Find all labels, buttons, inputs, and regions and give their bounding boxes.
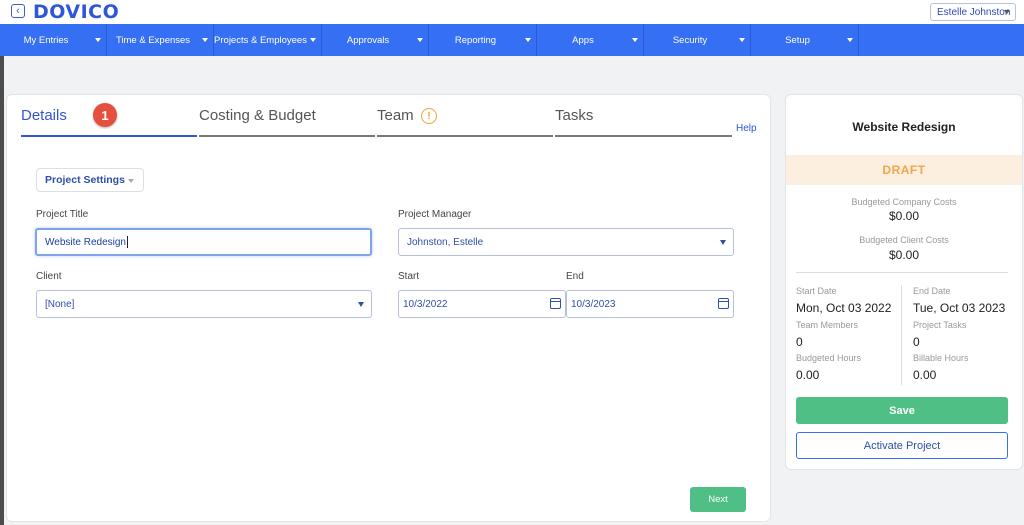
text-cursor bbox=[126, 236, 128, 248]
nav-reporting[interactable]: Reporting bbox=[429, 24, 537, 56]
chevron-down-icon bbox=[739, 38, 745, 42]
start-date-input[interactable]: 10/3/2022 bbox=[398, 290, 566, 318]
chevron-down-icon bbox=[310, 38, 316, 42]
nav-time-expenses[interactable]: Time & Expenses bbox=[107, 24, 214, 56]
tab-label: Tasks bbox=[555, 107, 594, 124]
input-value: Website Redesign bbox=[45, 236, 126, 248]
calendar-icon[interactable] bbox=[718, 298, 729, 309]
input-value: 10/3/2022 bbox=[403, 298, 448, 310]
user-name: Estelle Johnston bbox=[937, 6, 1011, 18]
nav-label: Reporting bbox=[454, 34, 497, 46]
budgeted-client-costs-value: $0.00 bbox=[888, 248, 920, 262]
nav-setup[interactable]: Setup bbox=[751, 24, 859, 56]
main-nav: My Entries Time & Expenses Projects & Em… bbox=[0, 24, 1024, 56]
nav-approvals[interactable]: Approvals bbox=[322, 24, 429, 56]
budgeted-client-costs-label: Budgeted Client Costs bbox=[859, 235, 949, 245]
dropdown-arrow-icon bbox=[358, 302, 364, 307]
window-edge bbox=[0, 0, 4, 525]
chevron-down-icon bbox=[847, 38, 853, 42]
button-label: Project Settings bbox=[45, 174, 125, 186]
project-title-input[interactable]: Website Redesign bbox=[35, 228, 372, 256]
chevron-down-icon bbox=[1004, 10, 1010, 14]
tab-tasks[interactable]: Tasks bbox=[555, 107, 732, 137]
billable-hours-label: Billable Hours bbox=[913, 353, 969, 363]
tab-underline bbox=[199, 135, 375, 137]
start-date-label: Start Date bbox=[796, 286, 837, 296]
summary-divider bbox=[796, 272, 1008, 273]
tab-underline bbox=[555, 135, 732, 137]
input-value: 10/3/2023 bbox=[571, 298, 616, 310]
billable-hours-value: 0.00 bbox=[913, 368, 937, 382]
tab-label: Team bbox=[377, 107, 414, 124]
budgeted-company-costs-label: Budgeted Company Costs bbox=[851, 197, 957, 207]
dovico-logo[interactable]: DOVICO bbox=[33, 1, 119, 23]
nav-label: Approvals bbox=[346, 34, 390, 46]
nav-apps[interactable]: Apps bbox=[537, 24, 644, 56]
client-select[interactable]: [None] bbox=[36, 290, 372, 318]
project-tasks-label: Project Tasks bbox=[913, 320, 967, 330]
nav-security[interactable]: Security bbox=[644, 24, 751, 56]
client-label: Client bbox=[36, 271, 62, 282]
tab-label: Costing & Budget bbox=[199, 107, 316, 124]
start-label: Start bbox=[398, 271, 420, 282]
budgeted-hours-value: 0.00 bbox=[796, 368, 820, 382]
tab-underline bbox=[377, 135, 553, 137]
tab-costing-budget[interactable]: Costing & Budget bbox=[199, 107, 375, 137]
help-link[interactable]: Help bbox=[736, 123, 757, 134]
budgeted-hours-label: Budgeted Hours bbox=[796, 353, 862, 363]
summary-column-divider bbox=[901, 285, 902, 385]
chevron-down-icon bbox=[417, 38, 423, 42]
end-date-value: Tue, Oct 03 2023 bbox=[913, 301, 1006, 315]
project-settings-button[interactable]: Project Settings bbox=[36, 168, 144, 192]
nav-my-entries[interactable]: My Entries bbox=[0, 24, 107, 56]
calendar-icon[interactable] bbox=[550, 298, 561, 309]
project-manager-select[interactable]: Johnston, Estelle bbox=[398, 228, 734, 256]
summary-title: Website Redesign bbox=[852, 120, 956, 134]
nav-label: Apps bbox=[572, 34, 594, 46]
select-value: Johnston, Estelle bbox=[407, 236, 484, 248]
team-members-label: Team Members bbox=[796, 320, 859, 330]
nav-label: Time & Expenses bbox=[115, 34, 191, 46]
nav-projects-employees[interactable]: Projects & Employees bbox=[214, 24, 322, 56]
project-details-card: Details 1 Costing & Budget Team ! Tasks … bbox=[6, 94, 771, 522]
warning-icon: ! bbox=[421, 108, 437, 124]
end-date-input[interactable]: 10/3/2023 bbox=[566, 290, 734, 318]
select-value: [None] bbox=[45, 298, 75, 310]
end-label: End bbox=[566, 271, 584, 282]
nav-label: My Entries bbox=[23, 34, 69, 46]
tab-underline bbox=[21, 135, 197, 137]
nav-label: Projects & Employees bbox=[214, 34, 307, 46]
tab-team[interactable]: Team ! bbox=[377, 107, 553, 137]
chevron-down-icon bbox=[525, 38, 531, 42]
chevron-down-icon bbox=[128, 179, 134, 183]
start-date-value: Mon, Oct 03 2022 bbox=[796, 301, 892, 315]
budgeted-company-costs-value: $0.00 bbox=[888, 209, 920, 223]
team-members-value: 0 bbox=[796, 335, 803, 349]
project-title-label: Project Title bbox=[36, 209, 89, 220]
nav-label: Setup bbox=[785, 34, 810, 46]
end-date-label: End Date bbox=[913, 286, 951, 296]
chevron-down-icon bbox=[202, 38, 208, 42]
project-tasks-value: 0 bbox=[913, 335, 920, 349]
top-bar: ‹ DOVICO Estelle Johnston bbox=[0, 0, 1024, 24]
tab-details[interactable]: Details 1 bbox=[21, 103, 197, 137]
user-menu-button[interactable]: Estelle Johnston bbox=[930, 3, 1016, 21]
chevron-left-icon[interactable]: ‹ bbox=[11, 4, 25, 18]
status-badge: DRAFT bbox=[786, 155, 1022, 185]
dropdown-arrow-icon bbox=[720, 240, 726, 245]
nav-label: Security bbox=[672, 34, 708, 46]
project-manager-label: Project Manager bbox=[398, 209, 472, 220]
next-button[interactable]: Next bbox=[690, 487, 746, 512]
save-button[interactable]: Save bbox=[796, 397, 1008, 424]
chevron-down-icon bbox=[632, 38, 638, 42]
step-badge: 1 bbox=[93, 103, 117, 127]
project-summary-card: Website Redesign DRAFT Budgeted Company … bbox=[785, 94, 1023, 470]
chevron-down-icon bbox=[95, 38, 101, 42]
activate-project-button[interactable]: Activate Project bbox=[796, 432, 1008, 459]
tab-label: Details bbox=[21, 107, 67, 124]
